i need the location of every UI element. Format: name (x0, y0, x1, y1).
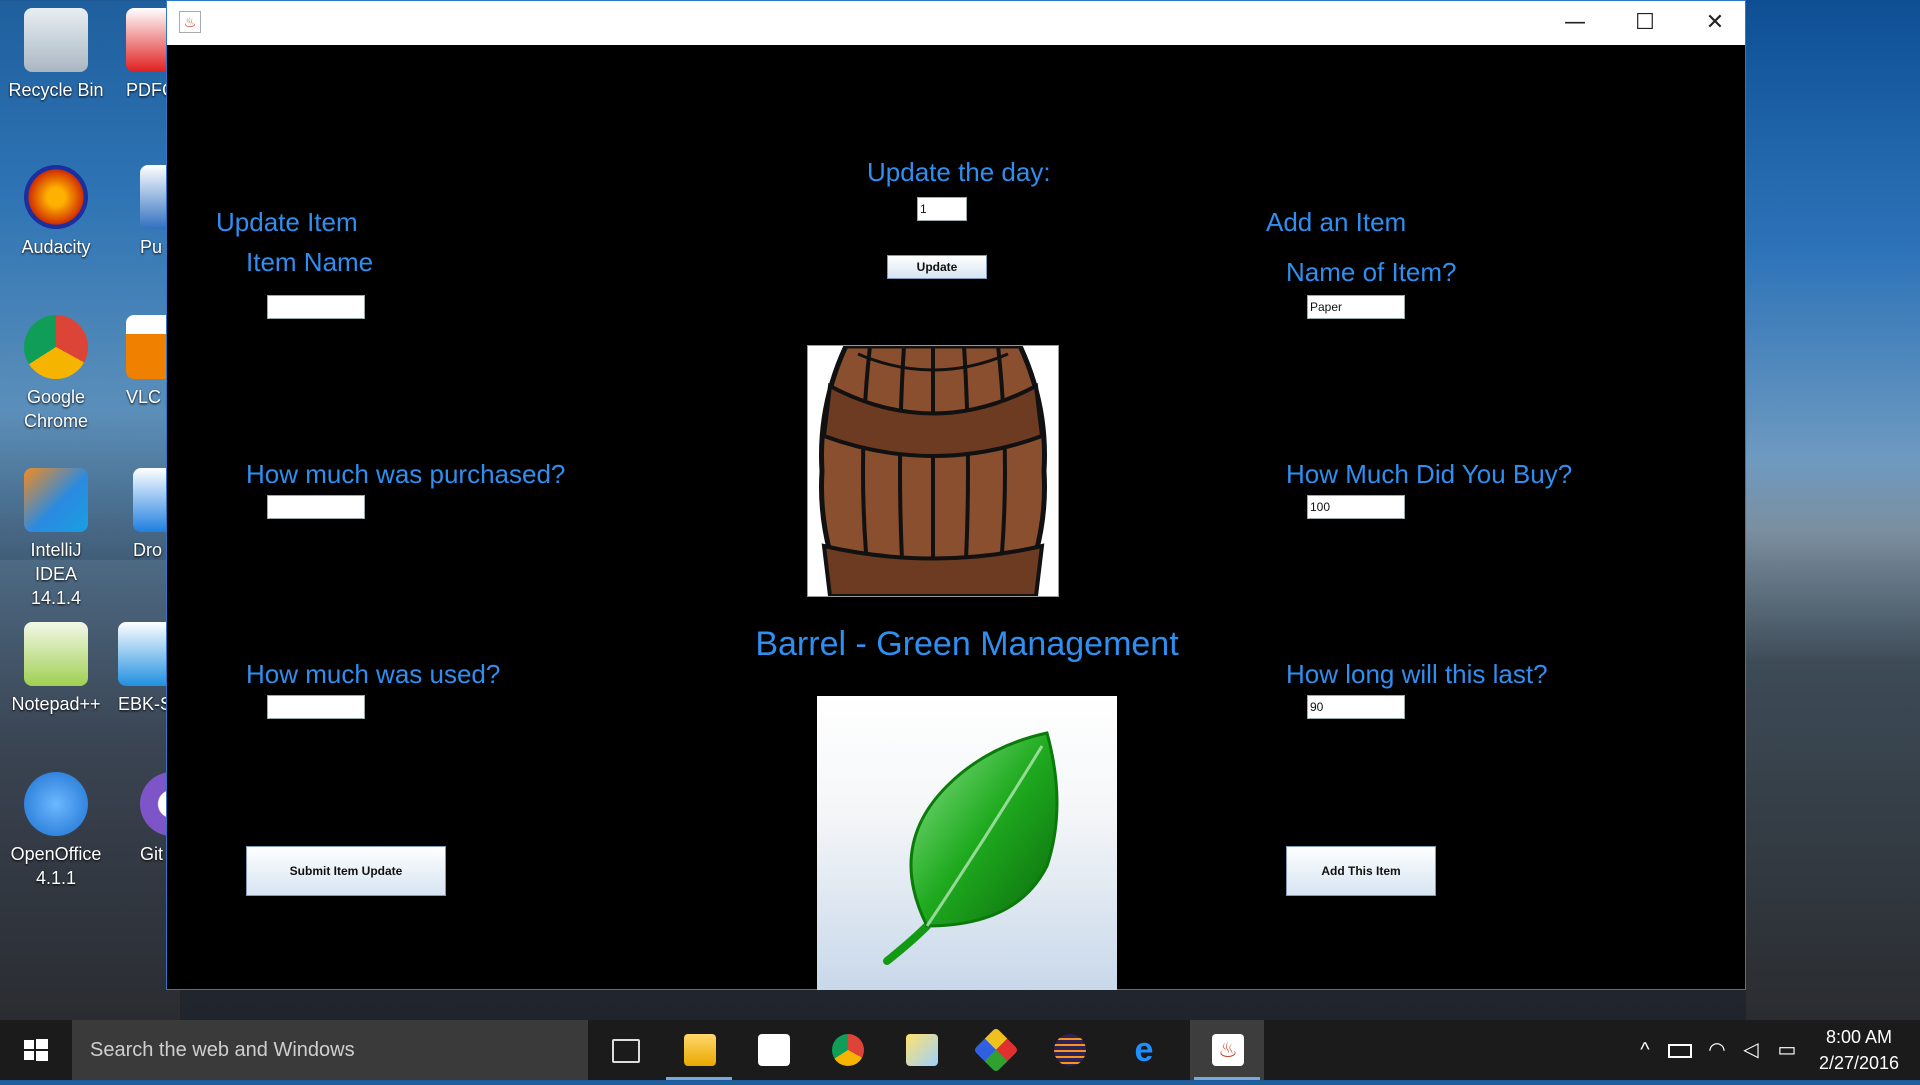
update-item-heading: Update Item (216, 207, 358, 237)
notification-icon: ▭ (1777, 1039, 1797, 1061)
task-view-button[interactable] (588, 1020, 662, 1080)
speaker-icon: ◁ (1743, 1039, 1759, 1061)
openoffice-icon (24, 772, 88, 836)
taskbar: Search the web and Windows e ♨ ^ ◠ ◁ ▭ 8… (0, 1020, 1920, 1080)
edge-icon: e (1134, 1031, 1154, 1069)
how-long-last-input[interactable] (1307, 695, 1405, 719)
taskbar-clock[interactable]: 8:00 AM 2/27/2016 (1804, 1024, 1914, 1076)
volume-button[interactable]: ◁ (1736, 1020, 1766, 1080)
desktop-icon-audacity[interactable]: Audacity (8, 165, 104, 259)
network-button[interactable]: ◠ (1700, 1020, 1734, 1080)
recycle-bin-icon (24, 8, 88, 72)
submit-item-update-button[interactable]: Submit Item Update (246, 846, 446, 896)
desktop-icon-recycle-bin[interactable]: Recycle Bin (8, 8, 104, 102)
photos-icon (906, 1034, 938, 1066)
taskbar-search-box[interactable]: Search the web and Windows (72, 1020, 588, 1080)
item-name-input[interactable] (267, 295, 365, 319)
day-input[interactable] (917, 197, 967, 221)
desktop-icon-label: EBK-S (118, 694, 173, 714)
desktop-icon-label: Notepad++ (11, 694, 101, 714)
folder-icon (684, 1034, 716, 1066)
app-window: ♨ — ☐ ✕ Update the day: Update Update It… (166, 0, 1746, 990)
purchased-label: How much was purchased? (246, 459, 566, 489)
desktop-icon-label: Pu (140, 237, 163, 257)
used-label: How much was used? (246, 659, 501, 689)
desktop-icon-openoffice[interactable]: OpenOffice 4.1.1 (8, 772, 104, 890)
how-long-last-label: How long will this last? (1286, 659, 1548, 689)
desktop-background-right (1746, 0, 1920, 1020)
desktop-icon-google-chrome[interactable]: Google Chrome (8, 315, 104, 433)
app-content: Update the day: Update Update Item Item … (167, 45, 1745, 990)
paint-icon (973, 1027, 1019, 1073)
maximize-button[interactable]: ☐ (1610, 1, 1680, 45)
barrel-image (807, 343, 1059, 599)
barrel-icon (819, 343, 1047, 599)
clock-time: 8:00 AM (1825, 1027, 1893, 1047)
name-of-item-input[interactable] (1307, 295, 1405, 319)
store-icon (758, 1034, 790, 1066)
intellij-icon (24, 468, 88, 532)
taskbar-photos[interactable] (884, 1020, 958, 1080)
desktop-icon-notepad-plus-plus[interactable]: Notepad++ (8, 622, 104, 716)
item-name-label: Item Name (246, 247, 374, 277)
minimize-button[interactable]: — (1540, 1, 1610, 45)
taskbar-chrome[interactable] (810, 1020, 884, 1080)
leaf-icon (883, 731, 1059, 965)
taskbar-java-app[interactable]: ♨ (1190, 1020, 1264, 1080)
notepad-plus-plus-icon (24, 622, 88, 686)
desktop-icon-label: Git (140, 844, 164, 864)
desktop-icon-label: Audacity (21, 237, 91, 257)
title-bar[interactable]: ♨ — ☐ ✕ (167, 1, 1745, 45)
taskbar-file-explorer[interactable] (662, 1020, 736, 1080)
desktop-icon-intellij[interactable]: IntelliJ IDEA 14.1.4 (8, 468, 104, 610)
add-item-heading: Add an Item (1266, 207, 1407, 237)
battery-icon (1668, 1044, 1692, 1058)
eclipse-icon (1054, 1034, 1086, 1066)
update-day-button[interactable]: Update (887, 255, 987, 279)
used-input[interactable] (267, 695, 365, 719)
chrome-icon (832, 1034, 864, 1066)
wifi-icon: ◠ (1708, 1039, 1726, 1061)
close-button[interactable]: ✕ (1680, 1, 1750, 45)
start-button[interactable] (0, 1020, 70, 1080)
java-app-icon[interactable]: ♨ (179, 11, 201, 33)
desktop-icon-label: Recycle Bin (8, 80, 104, 100)
how-much-buy-input[interactable] (1307, 495, 1405, 519)
purchased-input[interactable] (267, 495, 365, 519)
how-much-buy-label: How Much Did You Buy? (1286, 459, 1573, 489)
name-of-item-label: Name of Item? (1286, 257, 1457, 287)
desktop-icon-label: Google Chrome (23, 387, 89, 431)
app-brand-title: Barrel - Green Management (755, 625, 1179, 663)
update-day-label: Update the day: (867, 157, 1051, 187)
desktop-icon-label: OpenOffice 4.1.1 (10, 844, 102, 888)
add-this-item-button[interactable]: Add This Item (1286, 846, 1436, 896)
action-center-button[interactable]: ▭ (1770, 1020, 1804, 1080)
taskbar-paint[interactable] (958, 1020, 1032, 1080)
task-view-icon (612, 1039, 640, 1063)
taskbar-eclipse[interactable] (1032, 1020, 1106, 1080)
audacity-icon (24, 165, 88, 229)
java-icon: ♨ (1212, 1034, 1244, 1066)
chrome-icon (24, 315, 88, 379)
clock-date: 2/27/2016 (1818, 1053, 1900, 1073)
windows-logo-icon (24, 1039, 48, 1061)
show-hidden-icons-button[interactable]: ^ (1630, 1020, 1660, 1080)
leaf-image (817, 696, 1117, 990)
chevron-up-icon: ^ (1640, 1039, 1650, 1061)
battery-button[interactable] (1665, 1020, 1695, 1080)
taskbar-store[interactable] (736, 1020, 810, 1080)
taskbar-edge[interactable]: e (1106, 1020, 1180, 1080)
desktop-icon-label: Dro (133, 540, 163, 560)
desktop-icon-label: IntelliJ IDEA 14.1.4 (30, 540, 82, 608)
